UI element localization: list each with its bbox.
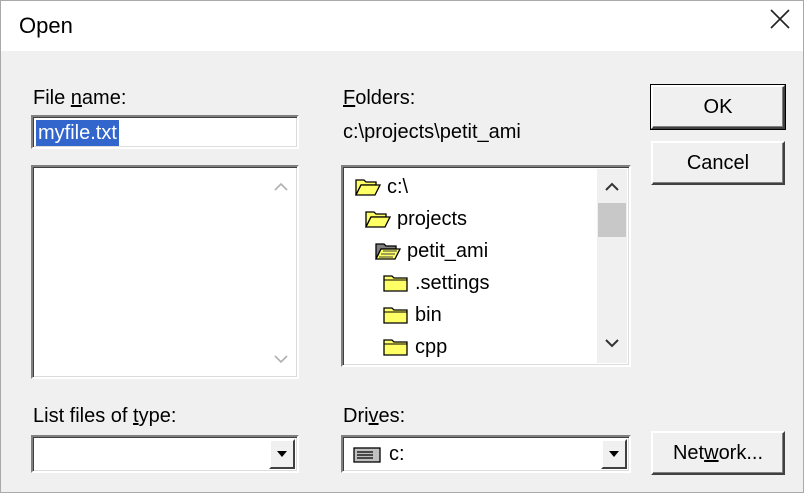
folder-list-scrollbar[interactable] (597, 169, 627, 363)
folder-item-label: bin (415, 303, 442, 326)
file-type-label: List files of type: (33, 405, 177, 427)
folder-item-label: c:\ (387, 175, 409, 198)
folder-item-projects[interactable]: projects (365, 203, 467, 235)
dropdown-arrow-icon (277, 451, 287, 457)
chevron-down-icon (605, 339, 619, 348)
folder-item-petit-ami[interactable]: petit_ami (375, 235, 488, 267)
file-type-select[interactable] (31, 435, 299, 473)
network-button[interactable]: Net w ork... (651, 431, 785, 475)
cancel-button[interactable]: Cancel (651, 141, 785, 185)
folder-item-label: projects (397, 207, 468, 230)
chevron-up-icon (605, 182, 619, 191)
open-dialog: Open File name: myfile.txt Folders: c:\p… (0, 0, 804, 493)
folder-list-scroll-thumb[interactable] (598, 203, 626, 237)
folder-icon (383, 275, 408, 292)
title-bar[interactable]: Open (1, 1, 803, 51)
current-folder-path: c:\projects\petit_ami (343, 121, 521, 143)
folder-list-scroll-down[interactable] (598, 331, 626, 355)
file-name-value: myfile.txt (36, 120, 119, 146)
drives-value: c: (389, 443, 405, 465)
folder-item-label: petit_ami (407, 239, 489, 262)
folder-icon (383, 339, 408, 356)
file-name-input[interactable]: myfile.txt (31, 115, 299, 149)
folder-item-cpp[interactable]: cpp (383, 331, 447, 363)
ok-button[interactable]: OK (650, 84, 786, 130)
file-list-scroll-down[interactable] (267, 347, 295, 371)
file-list[interactable] (31, 165, 299, 379)
folder-item-settings[interactable]: .settings (383, 267, 489, 299)
dropdown-arrow-icon (609, 451, 619, 457)
close-icon (770, 9, 790, 29)
drives-dropdown-button[interactable] (601, 439, 627, 469)
drives-label: Drives: (343, 405, 406, 427)
folder-item-label: .settings (415, 271, 490, 294)
folder-list[interactable]: c:\ projects petit_ami .settings bin cpp (341, 165, 631, 367)
folder-item-bin[interactable]: bin (383, 299, 442, 331)
folder-icon (383, 307, 408, 324)
folder-item-root[interactable]: c:\ (355, 171, 408, 203)
drives-select[interactable]: c: (341, 435, 631, 473)
folders-label: Folders: (343, 87, 416, 109)
file-name-label: File name: (33, 87, 127, 109)
open-folder-icon (365, 211, 391, 228)
folder-list-scroll-up[interactable] (598, 175, 626, 199)
drive-icon (353, 447, 381, 463)
open-folder-icon (355, 179, 381, 196)
folder-item-label: cpp (415, 335, 448, 358)
chevron-up-icon (274, 182, 288, 191)
window-title: Open (19, 13, 73, 38)
open-folder-selected-icon (375, 243, 401, 260)
close-button[interactable] (757, 1, 803, 37)
file-list-scroll-up[interactable] (267, 175, 295, 199)
file-type-dropdown-button[interactable] (269, 439, 295, 469)
chevron-down-icon (274, 355, 288, 364)
